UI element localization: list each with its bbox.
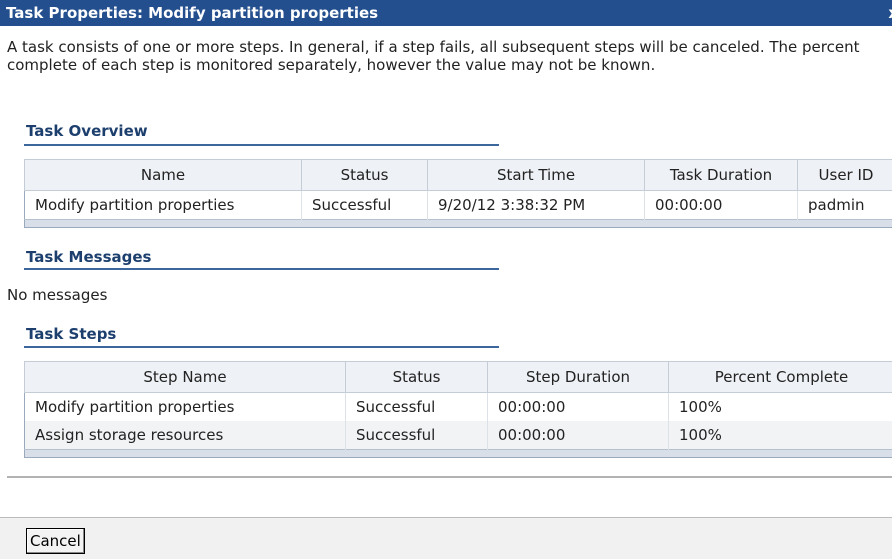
- dialog-title: Task Properties: Modify partition proper…: [6, 4, 378, 22]
- table-row[interactable]: Modify partition properties Successful 9…: [25, 191, 892, 220]
- cell-step-duration: 00:00:00: [488, 421, 669, 450]
- column-header-user-id[interactable]: User ID: [798, 160, 892, 191]
- task-overview-heading: Task Overview: [26, 122, 148, 140]
- cancel-button[interactable]: Cancel: [26, 528, 85, 554]
- close-icon[interactable]: x: [888, 0, 892, 26]
- column-header-step-name[interactable]: Step Name: [25, 362, 346, 393]
- cell-percent-complete: 100%: [669, 421, 892, 450]
- cell-percent-complete: 100%: [669, 393, 892, 422]
- cell-task-duration: 00:00:00: [645, 191, 798, 220]
- column-header-percent-complete[interactable]: Percent Complete: [669, 362, 892, 393]
- column-header-start-time[interactable]: Start Time: [428, 160, 645, 191]
- column-header-task-duration[interactable]: Task Duration: [645, 160, 798, 191]
- button-bar: [0, 517, 892, 559]
- task-overview-rule: [24, 144, 499, 146]
- column-header-status[interactable]: Status: [302, 160, 428, 191]
- task-steps-rule: [24, 346, 499, 348]
- cell-start-time: 9/20/12 3:38:32 PM: [428, 191, 645, 220]
- column-header-name[interactable]: Name: [25, 160, 302, 191]
- table-header-row: Step Name Status Step Duration Percent C…: [25, 362, 892, 393]
- table-header-row: Name Status Start Time Task Duration Use…: [25, 160, 892, 191]
- cell-status: Successful: [302, 191, 428, 220]
- table-footer-bar: [25, 450, 892, 458]
- content-divider: [7, 476, 892, 478]
- table-footer-bar: [25, 220, 892, 228]
- dialog-title-bar: Task Properties: Modify partition proper…: [0, 0, 892, 26]
- task-description: A task consists of one or more steps. In…: [7, 38, 887, 74]
- cell-user-id: padmin: [798, 191, 892, 220]
- cell-status: Successful: [346, 393, 488, 422]
- cell-step-name: Assign storage resources: [25, 421, 346, 450]
- task-messages-rule: [24, 268, 499, 270]
- task-steps-table: Step Name Status Step Duration Percent C…: [24, 361, 892, 458]
- cell-step-name: Modify partition properties: [25, 393, 346, 422]
- table-row[interactable]: Modify partition properties Successful 0…: [25, 393, 892, 422]
- no-messages-text: No messages: [7, 286, 107, 304]
- cell-status: Successful: [346, 421, 488, 450]
- cell-name: Modify partition properties: [25, 191, 302, 220]
- table-row[interactable]: Assign storage resources Successful 00:0…: [25, 421, 892, 450]
- task-messages-heading: Task Messages: [26, 248, 151, 266]
- column-header-step-duration[interactable]: Step Duration: [488, 362, 669, 393]
- task-steps-heading: Task Steps: [26, 325, 116, 343]
- task-overview-table: Name Status Start Time Task Duration Use…: [24, 159, 892, 228]
- column-header-status[interactable]: Status: [346, 362, 488, 393]
- cell-step-duration: 00:00:00: [488, 393, 669, 422]
